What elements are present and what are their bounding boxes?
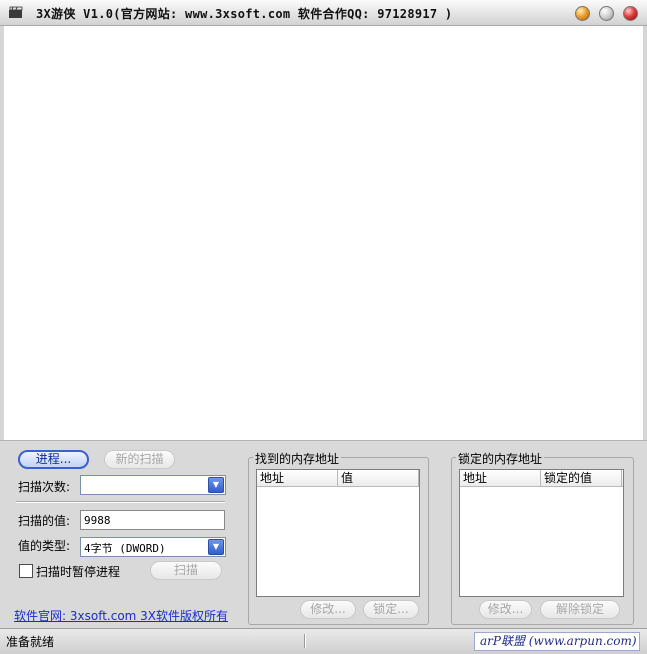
chevron-down-icon[interactable]: ▼ (208, 539, 224, 555)
app-icon (9, 6, 23, 18)
lock-button[interactable]: 锁定... (363, 600, 419, 619)
scan-value-input[interactable] (81, 511, 224, 529)
found-addresses-title: 找到的内存地址 (253, 450, 342, 467)
scan-count-combobox[interactable]: ▼ (80, 475, 226, 495)
locked-addresses-list[interactable]: 地址 锁定的值 (459, 469, 624, 597)
scan-button[interactable]: 扫描 (150, 561, 222, 580)
value-type-combobox[interactable]: 4字节 (DWORD) ▼ (80, 537, 226, 557)
chevron-down-icon[interactable]: ▼ (208, 477, 224, 493)
new-scan-button[interactable]: 新的扫描 (104, 450, 175, 469)
scan-count-label: 扫描次数: (18, 480, 71, 494)
list-header: 地址 值 (257, 470, 419, 487)
brand-link[interactable]: arP联盟 (www.arpun.com) (474, 632, 640, 651)
section-divider (16, 501, 225, 503)
minimize-button[interactable] (575, 6, 590, 21)
status-text: 准备就绪 (6, 635, 55, 649)
value-type-label: 值的类型: (18, 539, 71, 553)
column-address[interactable]: 地址 (460, 470, 541, 487)
pause-process-checkbox[interactable] (19, 564, 33, 578)
found-addresses-list[interactable]: 地址 值 (256, 469, 420, 597)
value-type-selected: 4字节 (DWORD) (84, 542, 166, 555)
column-address[interactable]: 地址 (257, 470, 338, 487)
locked-addresses-title: 锁定的内存地址 (456, 450, 545, 467)
window-title: 3X游侠 V1.0(官方网站: www.3xsoft.com 软件合作QQ: 9… (36, 7, 453, 21)
scan-value-field[interactable] (80, 510, 225, 530)
memory-display-area (4, 26, 643, 440)
unlock-button[interactable]: 解除锁定 (540, 600, 620, 619)
list-header: 地址 锁定的值 (460, 470, 623, 487)
status-bar: 准备就绪 arP联盟 (www.arpun.com) (0, 628, 647, 654)
column-value[interactable]: 值 (338, 470, 419, 487)
title-bar[interactable]: 3X游侠 V1.0(官方网站: www.3xsoft.com 软件合作QQ: 9… (0, 0, 647, 26)
official-site-link[interactable]: 软件官网: 3xsoft.com 3X软件版权所有 (14, 607, 228, 624)
column-locked-value[interactable]: 锁定的值 (541, 470, 622, 487)
maximize-button[interactable] (599, 6, 614, 21)
close-button[interactable] (623, 6, 638, 21)
locked-modify-button[interactable]: 修改... (479, 600, 532, 619)
scan-value-label: 扫描的值: (18, 514, 71, 528)
pause-process-label: 扫描时暂停进程 (36, 565, 121, 579)
process-button[interactable]: 进程... (18, 450, 89, 469)
status-divider (304, 634, 306, 648)
found-modify-button[interactable]: 修改... (300, 600, 356, 619)
